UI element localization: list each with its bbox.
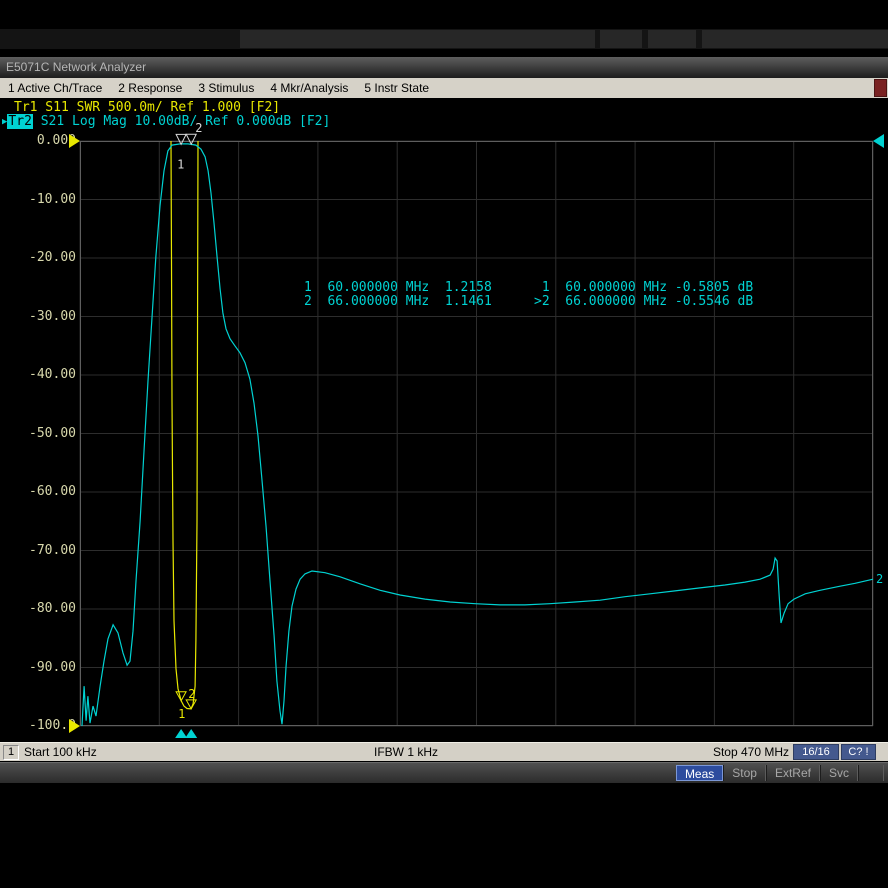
menu-active-ch-trace[interactable]: 1 Active Ch/Trace: [8, 81, 102, 95]
stop-button[interactable]: Stop: [723, 765, 766, 781]
menu-instr-state[interactable]: 5 Instr State: [364, 81, 429, 95]
extref-button[interactable]: ExtRef: [766, 765, 820, 781]
menu-bar: 1 Active Ch/Trace 2 Response 3 Stimulus …: [0, 78, 888, 98]
trace2-params: S21 Log Mag 10.00dB/ Ref 0.000dB [F2]: [33, 114, 330, 129]
marker-1-tr2-number: 1: [177, 157, 184, 171]
trace1-label: Tr1: [14, 100, 37, 115]
start-frequency-label: Start 100 kHz: [24, 745, 97, 759]
instrument-bar-end-segment: [858, 765, 884, 781]
instrument-status-bar: Meas Stop ExtRef Svc: [0, 762, 888, 783]
taskbar-segment: [240, 30, 595, 48]
y-axis-tick-label: -90.00: [0, 660, 76, 675]
status-bar: 1 Start 100 kHz IFBW 1 kHz Stop 470 MHz …: [0, 742, 888, 761]
taskbar-segment: [702, 30, 888, 48]
trace1-params: S11 SWR 500.0m/ Ref 1.000 [F2]: [37, 100, 280, 115]
svc-button[interactable]: Svc: [820, 765, 858, 781]
trace-line-tr1-s11-swr: [171, 141, 198, 709]
window-title: E5071C Network Analyzer: [6, 60, 146, 74]
y-axis-tick-label: -50.00: [0, 426, 76, 441]
trace2-label: Tr2: [7, 114, 32, 129]
screen: { "window": { "title": "E5071C Network A…: [0, 0, 888, 888]
marker-readout-line: 1 60.000000 MHz -0.5805 dB: [534, 281, 753, 295]
y-axis-tick-label: -60.00: [0, 484, 76, 499]
window-titlebar[interactable]: E5071C Network Analyzer: [0, 57, 888, 78]
trace-end-number: 2: [876, 572, 883, 586]
marker-readout-tr2: 1 60.000000 MHz -0.5805 dB>2 66.000000 M…: [534, 281, 753, 308]
tr1-ref-arrow-icon: [69, 134, 80, 148]
marker-readout-line: >2 66.000000 MHz -0.5546 dB: [534, 295, 753, 309]
marker-1-tr2-glyph[interactable]: [176, 134, 186, 144]
marker-2-tr1-number: 2: [188, 687, 195, 701]
taskbar-strip: [0, 29, 888, 49]
marker-readout-line: 1 60.000000 MHz 1.2158: [304, 281, 492, 295]
y-axis-tick-label: -30.00: [0, 309, 76, 324]
menu-response[interactable]: 2 Response: [118, 81, 182, 95]
menu-stimulus[interactable]: 3 Stimulus: [198, 81, 254, 95]
tr1-ref-bottom-arrow-icon: [69, 719, 80, 733]
y-axis-tick-label: -20.00: [0, 250, 76, 265]
meas-button[interactable]: Meas: [676, 765, 723, 781]
trace-line-tr2-s21-log-mag: [82, 144, 873, 726]
marker-readout-tr1: 1 60.000000 MHz 1.21582 66.000000 MHz 1.…: [304, 281, 492, 308]
marker-2-tr2-number: 2: [195, 121, 202, 135]
marker-2-tr2-glyph[interactable]: [186, 134, 196, 144]
tr2-ref-arrow-icon: [873, 134, 884, 148]
marker-readout-line: 2 66.000000 MHz 1.1461: [304, 295, 492, 309]
trace2-legend[interactable]: ▶Tr2 S21 Log Mag 10.00dB/ Ref 0.000dB [F…: [2, 114, 330, 129]
y-axis-tick-label: -80.00: [0, 601, 76, 616]
chart-plot-area: 21122: [80, 141, 873, 726]
y-axis-tick-label: 0.000: [0, 133, 76, 148]
y-axis-tick-label: -70.00: [0, 543, 76, 558]
y-axis-tick-label: -10.00: [0, 192, 76, 207]
menubar-corner-box: [874, 79, 887, 97]
y-axis-tick-label: -40.00: [0, 367, 76, 382]
marker-1-stimulus-icon: [175, 729, 187, 738]
marker-1-tr1-number: 1: [178, 707, 185, 721]
channel-number-box: 1: [3, 745, 19, 760]
menu-mkr-analysis[interactable]: 4 Mkr/Analysis: [270, 81, 348, 95]
correction-badge: C? !: [841, 744, 876, 760]
stop-frequency-label: Stop 470 MHz: [713, 745, 789, 759]
pages-badge: 16/16: [793, 744, 839, 760]
marker-2-stimulus-icon: [185, 729, 197, 738]
instrument-buttons: Meas Stop ExtRef Svc: [676, 765, 884, 781]
ifbw-label: IFBW 1 kHz: [374, 745, 438, 759]
y-axis-tick-label: -100.0: [0, 718, 76, 733]
trace1-legend[interactable]: Tr1 S11 SWR 500.0m/ Ref 1.000 [F2]: [14, 100, 280, 115]
taskbar-segment: [648, 30, 696, 48]
trace-svg: 21122: [80, 141, 873, 726]
taskbar-segment: [600, 30, 642, 48]
